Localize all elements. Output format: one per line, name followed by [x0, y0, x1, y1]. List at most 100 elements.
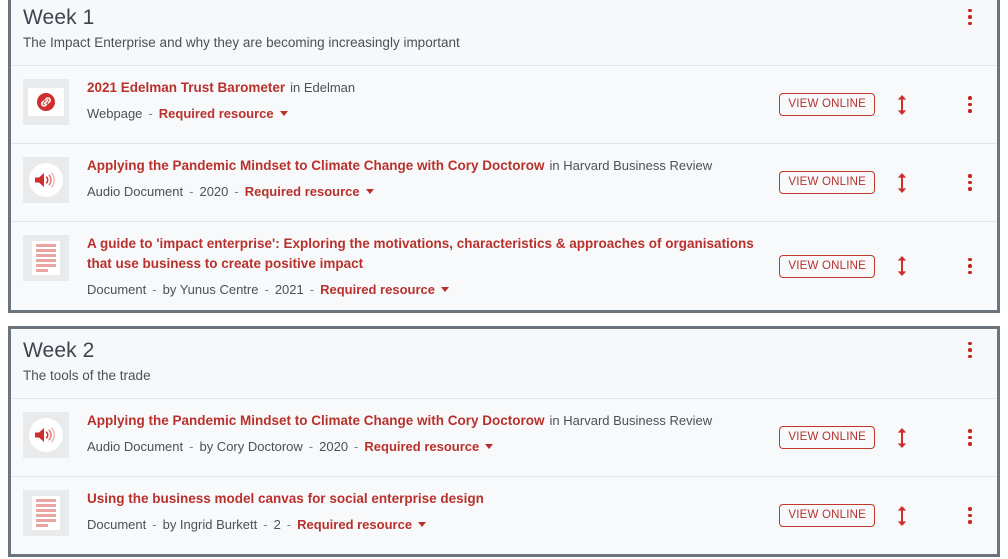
resource-title-line: 2021 Edelman Trust Barometer in Edelman: [87, 78, 769, 98]
resource-source: in Harvard Business Review: [549, 158, 713, 173]
resource-metadata: Audio Document - 2020 - Required resourc…: [87, 182, 769, 201]
section-header: Week 2 The tools of the trade: [11, 329, 997, 398]
chevron-down-icon: [440, 287, 449, 292]
meta-separator: -: [309, 282, 315, 297]
meta-separator: -: [354, 439, 359, 454]
resource-metadata: Audio Document - by Cory Doctorow - 2020…: [87, 437, 769, 456]
section-title: Week 2: [23, 339, 95, 362]
resource-title-line: Using the business model canvas for soci…: [87, 489, 769, 509]
resource-title-line: Applying the Pandemic Mindset to Climate…: [87, 411, 769, 431]
resource-metadata: Document - by Ingrid Burkett - 2 - Requi…: [87, 515, 769, 534]
reading-list-page: Week 1 The Impact Enterprise and why the…: [0, 0, 1008, 557]
view-online-button[interactable]: VIEW ONLINE: [779, 171, 875, 194]
resource-title-link[interactable]: 2021 Edelman Trust Barometer: [87, 80, 285, 95]
reorder-handle-icon[interactable]: [875, 505, 929, 527]
resource-menu-kebab-icon[interactable]: [957, 253, 983, 279]
resource-row[interactable]: Using the business model canvas for soci…: [11, 476, 997, 554]
resource-menu-kebab-icon[interactable]: [957, 503, 983, 529]
required-resource-label: Required resource: [297, 517, 413, 532]
required-resource-label: Required resource: [320, 282, 435, 297]
view-online-button[interactable]: VIEW ONLINE: [779, 93, 875, 116]
resource-type: Webpage: [87, 106, 143, 121]
resource-menu-kebab-icon[interactable]: [957, 92, 983, 118]
resource-details: Applying the Pandemic Mindset to Climate…: [69, 155, 779, 201]
meta-separator: -: [263, 517, 268, 532]
audio-icon: [23, 157, 69, 203]
section-menu-kebab-icon[interactable]: [957, 337, 983, 363]
resource-title-line: Applying the Pandemic Mindset to Climate…: [87, 156, 769, 176]
required-resource-dropdown[interactable]: Required resource: [297, 515, 427, 534]
meta-separator: -: [189, 439, 194, 454]
resource-row[interactable]: Applying the Pandemic Mindset to Climate…: [11, 143, 997, 221]
resource-details: Applying the Pandemic Mindset to Climate…: [69, 410, 779, 456]
required-resource-dropdown[interactable]: Required resource: [159, 104, 288, 123]
meta-separator: -: [286, 517, 292, 532]
meta-separator: -: [152, 282, 157, 297]
resource-year: 2020: [199, 184, 229, 199]
resource-title-link[interactable]: Using the business model canvas for soci…: [87, 491, 484, 506]
section-subtitle: The Impact Enterprise and why they are b…: [23, 35, 460, 50]
resource-title-line: A guide to 'impact enterprise': Explorin…: [87, 234, 769, 274]
link-icon: [23, 79, 69, 125]
section-card-week-2: Week 2 The tools of the trade Applying t…: [8, 326, 1000, 557]
resource-actions: VIEW ONLINE: [779, 253, 983, 279]
chevron-down-icon: [365, 189, 374, 194]
required-resource-label: Required resource: [158, 106, 274, 121]
resource-author: by Ingrid Burkett: [162, 517, 258, 532]
meta-separator: -: [152, 517, 157, 532]
view-online-button[interactable]: VIEW ONLINE: [779, 504, 875, 527]
section-header-text: Week 1 The Impact Enterprise and why the…: [23, 4, 957, 53]
resource-title-link[interactable]: Applying the Pandemic Mindset to Climate…: [87, 413, 545, 428]
resource-actions: VIEW ONLINE: [779, 170, 983, 196]
chevron-down-icon: [485, 444, 494, 449]
meta-separator: -: [308, 439, 314, 454]
document-icon: [23, 490, 69, 536]
section-header: Week 1 The Impact Enterprise and why the…: [11, 0, 997, 65]
resource-metadata: Document - by Yunus Centre - 2021 - Requ…: [87, 280, 769, 299]
required-resource-dropdown[interactable]: Required resource: [245, 182, 374, 201]
section-menu-kebab-icon[interactable]: [957, 4, 983, 30]
meta-separator: -: [234, 184, 239, 199]
reorder-handle-icon[interactable]: [875, 255, 929, 277]
resource-menu-kebab-icon[interactable]: [957, 425, 983, 451]
meta-separator: -: [189, 184, 194, 199]
resource-row[interactable]: Applying the Pandemic Mindset to Climate…: [11, 398, 997, 476]
resource-row[interactable]: A guide to 'impact enterprise': Explorin…: [11, 221, 997, 310]
resource-title-link[interactable]: Applying the Pandemic Mindset to Climate…: [87, 158, 545, 173]
required-resource-dropdown[interactable]: Required resource: [320, 280, 449, 299]
resource-type: Document: [87, 282, 147, 297]
chevron-down-icon: [279, 111, 288, 116]
reorder-handle-icon[interactable]: [875, 94, 929, 116]
meta-separator: -: [264, 282, 269, 297]
chevron-down-icon: [418, 522, 427, 527]
resource-source: in Edelman: [290, 80, 356, 95]
resource-actions: VIEW ONLINE: [779, 425, 983, 451]
view-online-button[interactable]: VIEW ONLINE: [779, 426, 875, 449]
resource-row[interactable]: 2021 Edelman Trust Barometer in Edelman W…: [11, 65, 997, 143]
required-resource-dropdown[interactable]: Required resource: [364, 437, 494, 456]
section-header-text: Week 2 The tools of the trade: [23, 337, 957, 386]
meta-separator: -: [148, 106, 153, 121]
resource-details: Using the business model canvas for soci…: [69, 488, 779, 534]
reorder-handle-icon[interactable]: [875, 172, 929, 194]
section-title: Week 1: [23, 6, 95, 29]
resource-author: by Cory Doctorow: [199, 439, 303, 454]
resource-actions: VIEW ONLINE: [779, 503, 983, 529]
required-resource-label: Required resource: [244, 184, 360, 199]
resource-details: A guide to 'impact enterprise': Explorin…: [69, 233, 779, 299]
resource-year: 2020: [319, 439, 349, 454]
resource-year: 2: [273, 517, 281, 532]
resource-type: Audio Document: [87, 184, 184, 199]
reorder-handle-icon[interactable]: [875, 427, 929, 449]
section-subtitle: The tools of the trade: [23, 368, 151, 383]
resource-author: by Yunus Centre: [162, 282, 259, 297]
resource-actions: VIEW ONLINE: [779, 92, 983, 118]
resource-menu-kebab-icon[interactable]: [957, 170, 983, 196]
resource-type: Audio Document: [87, 439, 184, 454]
resource-title-link[interactable]: A guide to 'impact enterprise': Explorin…: [87, 236, 754, 271]
view-online-button[interactable]: VIEW ONLINE: [779, 254, 875, 278]
resource-metadata: Webpage - Required resource: [87, 104, 769, 123]
required-resource-label: Required resource: [364, 439, 480, 454]
resource-type: Document: [87, 517, 147, 532]
resource-details: 2021 Edelman Trust Barometer in Edelman W…: [69, 77, 779, 123]
